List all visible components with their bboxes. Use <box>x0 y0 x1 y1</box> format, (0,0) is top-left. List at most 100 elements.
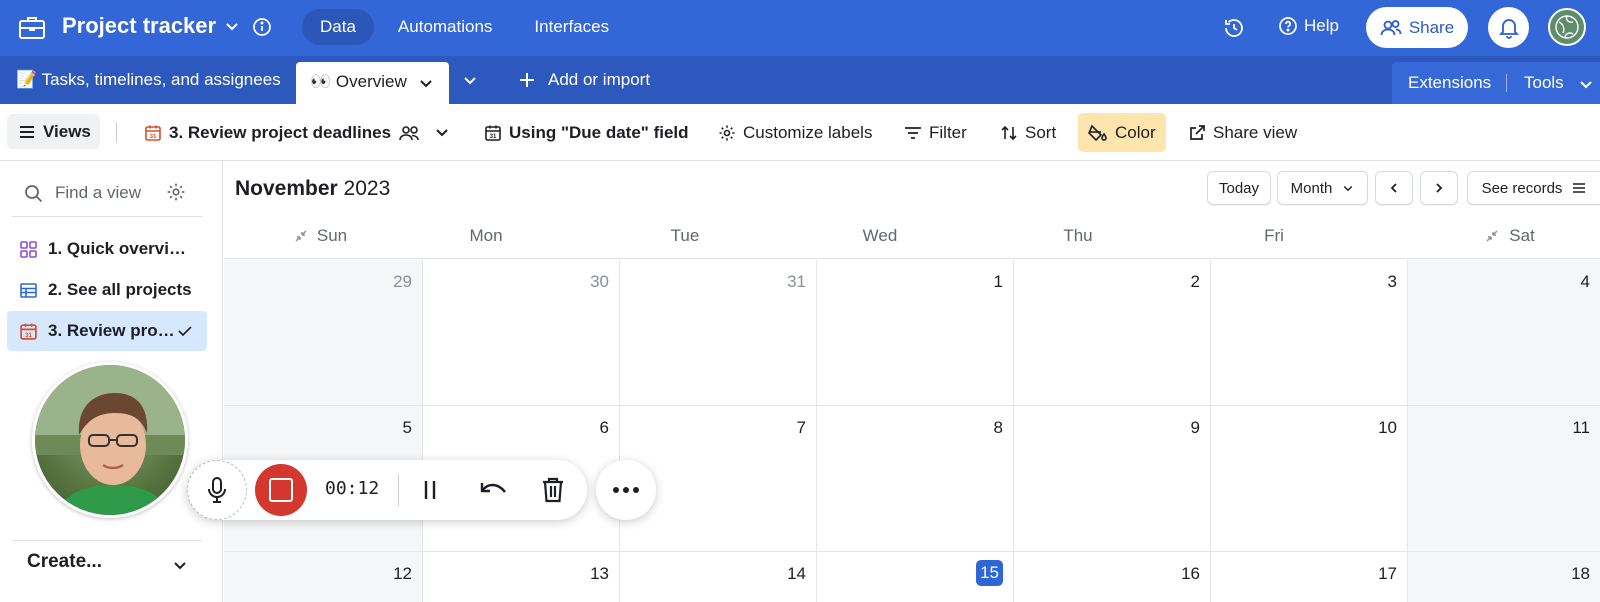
create-view-button[interactable]: Create... <box>27 551 102 573</box>
day-number: 7 <box>796 418 806 437</box>
webcam-avatar <box>32 362 188 518</box>
customize-labels-button[interactable]: Customize labels <box>718 104 872 161</box>
extensions-button[interactable]: Extensions <box>1408 62 1491 104</box>
weekday-thu: Thu <box>1063 226 1093 245</box>
share-button[interactable]: Share <box>1366 7 1468 48</box>
person-photo-icon <box>35 365 185 515</box>
views-sidebar: Find a view 1. Quick overview of all pro… <box>0 161 223 602</box>
base-title[interactable]: Project tracker <box>62 13 216 39</box>
info-icon[interactable] <box>252 17 272 37</box>
calendar-day[interactable]: 14 <box>620 552 817 602</box>
nav-tab-data[interactable]: Data <box>302 9 374 45</box>
sort-button[interactable]: Sort <box>1000 104 1056 161</box>
current-view-button[interactable]: 31 3. Review project deadlines <box>144 104 422 161</box>
history-icon[interactable] <box>1222 16 1246 40</box>
weekday-fri: Fri <box>1264 226 1284 245</box>
calendar-day[interactable]: 8 <box>817 406 1014 552</box>
calendar-view: November 2023 Today Month See records Su… <box>224 161 1600 602</box>
sort-label: Sort <box>1025 122 1057 142</box>
nav-tab-automations[interactable]: Automations <box>380 9 511 45</box>
current-view-label: 3. Review project deadlines <box>169 122 392 142</box>
search-icon <box>25 184 43 202</box>
divider <box>12 216 202 217</box>
chevron-down-icon[interactable] <box>172 557 188 573</box>
day-number: 30 <box>590 272 609 291</box>
calendar-day[interactable]: 12 <box>224 552 423 602</box>
color-button[interactable]: Color <box>1078 113 1166 152</box>
calendar-day[interactable]: 3 <box>1211 260 1408 406</box>
calendar-day[interactable]: 30 <box>423 260 620 406</box>
sidebar-item-label: 2. See all projects <box>48 280 192 299</box>
briefcase-icon[interactable] <box>18 14 46 42</box>
help-button[interactable]: Help <box>1278 16 1339 36</box>
calendar-day[interactable]: 1 <box>817 260 1014 406</box>
table-tab-overview[interactable]: 👀 Overview <box>296 62 449 104</box>
extensions-tools-group: Extensions Tools <box>1392 62 1600 104</box>
weekday-wed: Wed <box>862 226 898 245</box>
calendar-day[interactable]: 11 <box>1408 406 1600 552</box>
find-view-input[interactable]: Find a view <box>24 183 141 203</box>
pause-icon[interactable] <box>420 478 440 502</box>
calendar-day[interactable]: 10 <box>1211 406 1408 552</box>
top-bar: Project tracker Data Automations Interfa… <box>0 0 1600 56</box>
microphone-button[interactable] <box>187 460 247 520</box>
calendar-day[interactable]: 31 <box>620 260 817 406</box>
calendar-month-title: November 2023 <box>235 177 390 201</box>
previous-month-button[interactable] <box>1375 171 1413 205</box>
views-label: Views <box>43 121 91 141</box>
divider <box>12 540 202 541</box>
date-field-label: Using "Due date" field <box>509 122 689 142</box>
list-icon <box>1573 183 1586 193</box>
calendar-day[interactable]: 9 <box>1014 406 1211 552</box>
account-avatar[interactable] <box>1548 8 1586 46</box>
date-field-button[interactable]: 31 Using "Due date" field <box>484 104 689 161</box>
calendar-day[interactable]: 4 <box>1408 260 1600 406</box>
next-month-button[interactable] <box>1420 171 1458 205</box>
sidebar-item-quick-overview[interactable]: 1. Quick overview of all projects <box>7 229 207 269</box>
external-link-icon <box>1190 124 1205 140</box>
sidebar-item-all-projects[interactable]: 2. See all projects <box>7 270 207 310</box>
share-view-button[interactable]: Share view <box>1188 104 1297 161</box>
chevron-down-icon[interactable] <box>224 18 240 34</box>
range-select[interactable]: Month <box>1277 171 1368 205</box>
calendar-day[interactable]: 29 <box>224 260 423 406</box>
sidebar-item-label: 1. Quick overview of all projects <box>48 239 194 258</box>
calendar-day[interactable]: 15 <box>817 552 1014 602</box>
chevron-down-icon[interactable] <box>1578 76 1594 92</box>
gear-icon[interactable] <box>166 182 186 202</box>
more-dot <box>623 487 629 493</box>
calendar-day[interactable]: 13 <box>423 552 620 602</box>
sidebar-item-label: 3. Review project deadlines <box>48 321 176 340</box>
nav-tab-interfaces[interactable]: Interfaces <box>516 9 627 45</box>
calendar-day[interactable]: 18 <box>1408 552 1600 602</box>
see-records-button[interactable]: See records <box>1467 171 1600 205</box>
add-or-import-button[interactable]: Add or import <box>518 56 650 104</box>
more-dot <box>633 487 639 493</box>
undo-icon[interactable] <box>479 478 509 502</box>
range-select-label: Month <box>1290 179 1333 197</box>
chevron-down-icon[interactable] <box>434 124 450 140</box>
table-tab-tasks[interactable]: 📝 Tasks, timelines, and assignees <box>16 56 281 104</box>
collaborators-icon[interactable] <box>398 124 422 142</box>
filter-button[interactable]: Filter <box>904 104 967 161</box>
views-button[interactable]: Views <box>7 114 100 149</box>
calendar-day[interactable]: 16 <box>1014 552 1211 602</box>
stop-recording-button[interactable] <box>255 464 307 516</box>
chevron-down-icon[interactable] <box>460 70 480 90</box>
day-number: 13 <box>590 564 609 583</box>
calendar-icon: 31 <box>485 125 501 141</box>
sidebar-item-review-deadlines[interactable]: 31 3. Review project deadlines <box>7 311 207 351</box>
trash-icon[interactable] <box>541 477 565 503</box>
more-options-button[interactable] <box>596 460 656 520</box>
calendar-day[interactable]: 17 <box>1211 552 1408 602</box>
chevron-down-icon[interactable] <box>418 75 434 91</box>
help-icon <box>1279 17 1297 35</box>
tools-button[interactable]: Tools <box>1524 62 1564 104</box>
today-button[interactable]: Today <box>1207 171 1271 205</box>
globe-icon <box>1555 15 1579 39</box>
share-view-label: Share view <box>1213 122 1298 142</box>
notifications-button[interactable] <box>1488 7 1529 48</box>
grid-icon <box>20 282 37 298</box>
day-number: 31 <box>787 272 806 291</box>
calendar-day[interactable]: 2 <box>1014 260 1211 406</box>
